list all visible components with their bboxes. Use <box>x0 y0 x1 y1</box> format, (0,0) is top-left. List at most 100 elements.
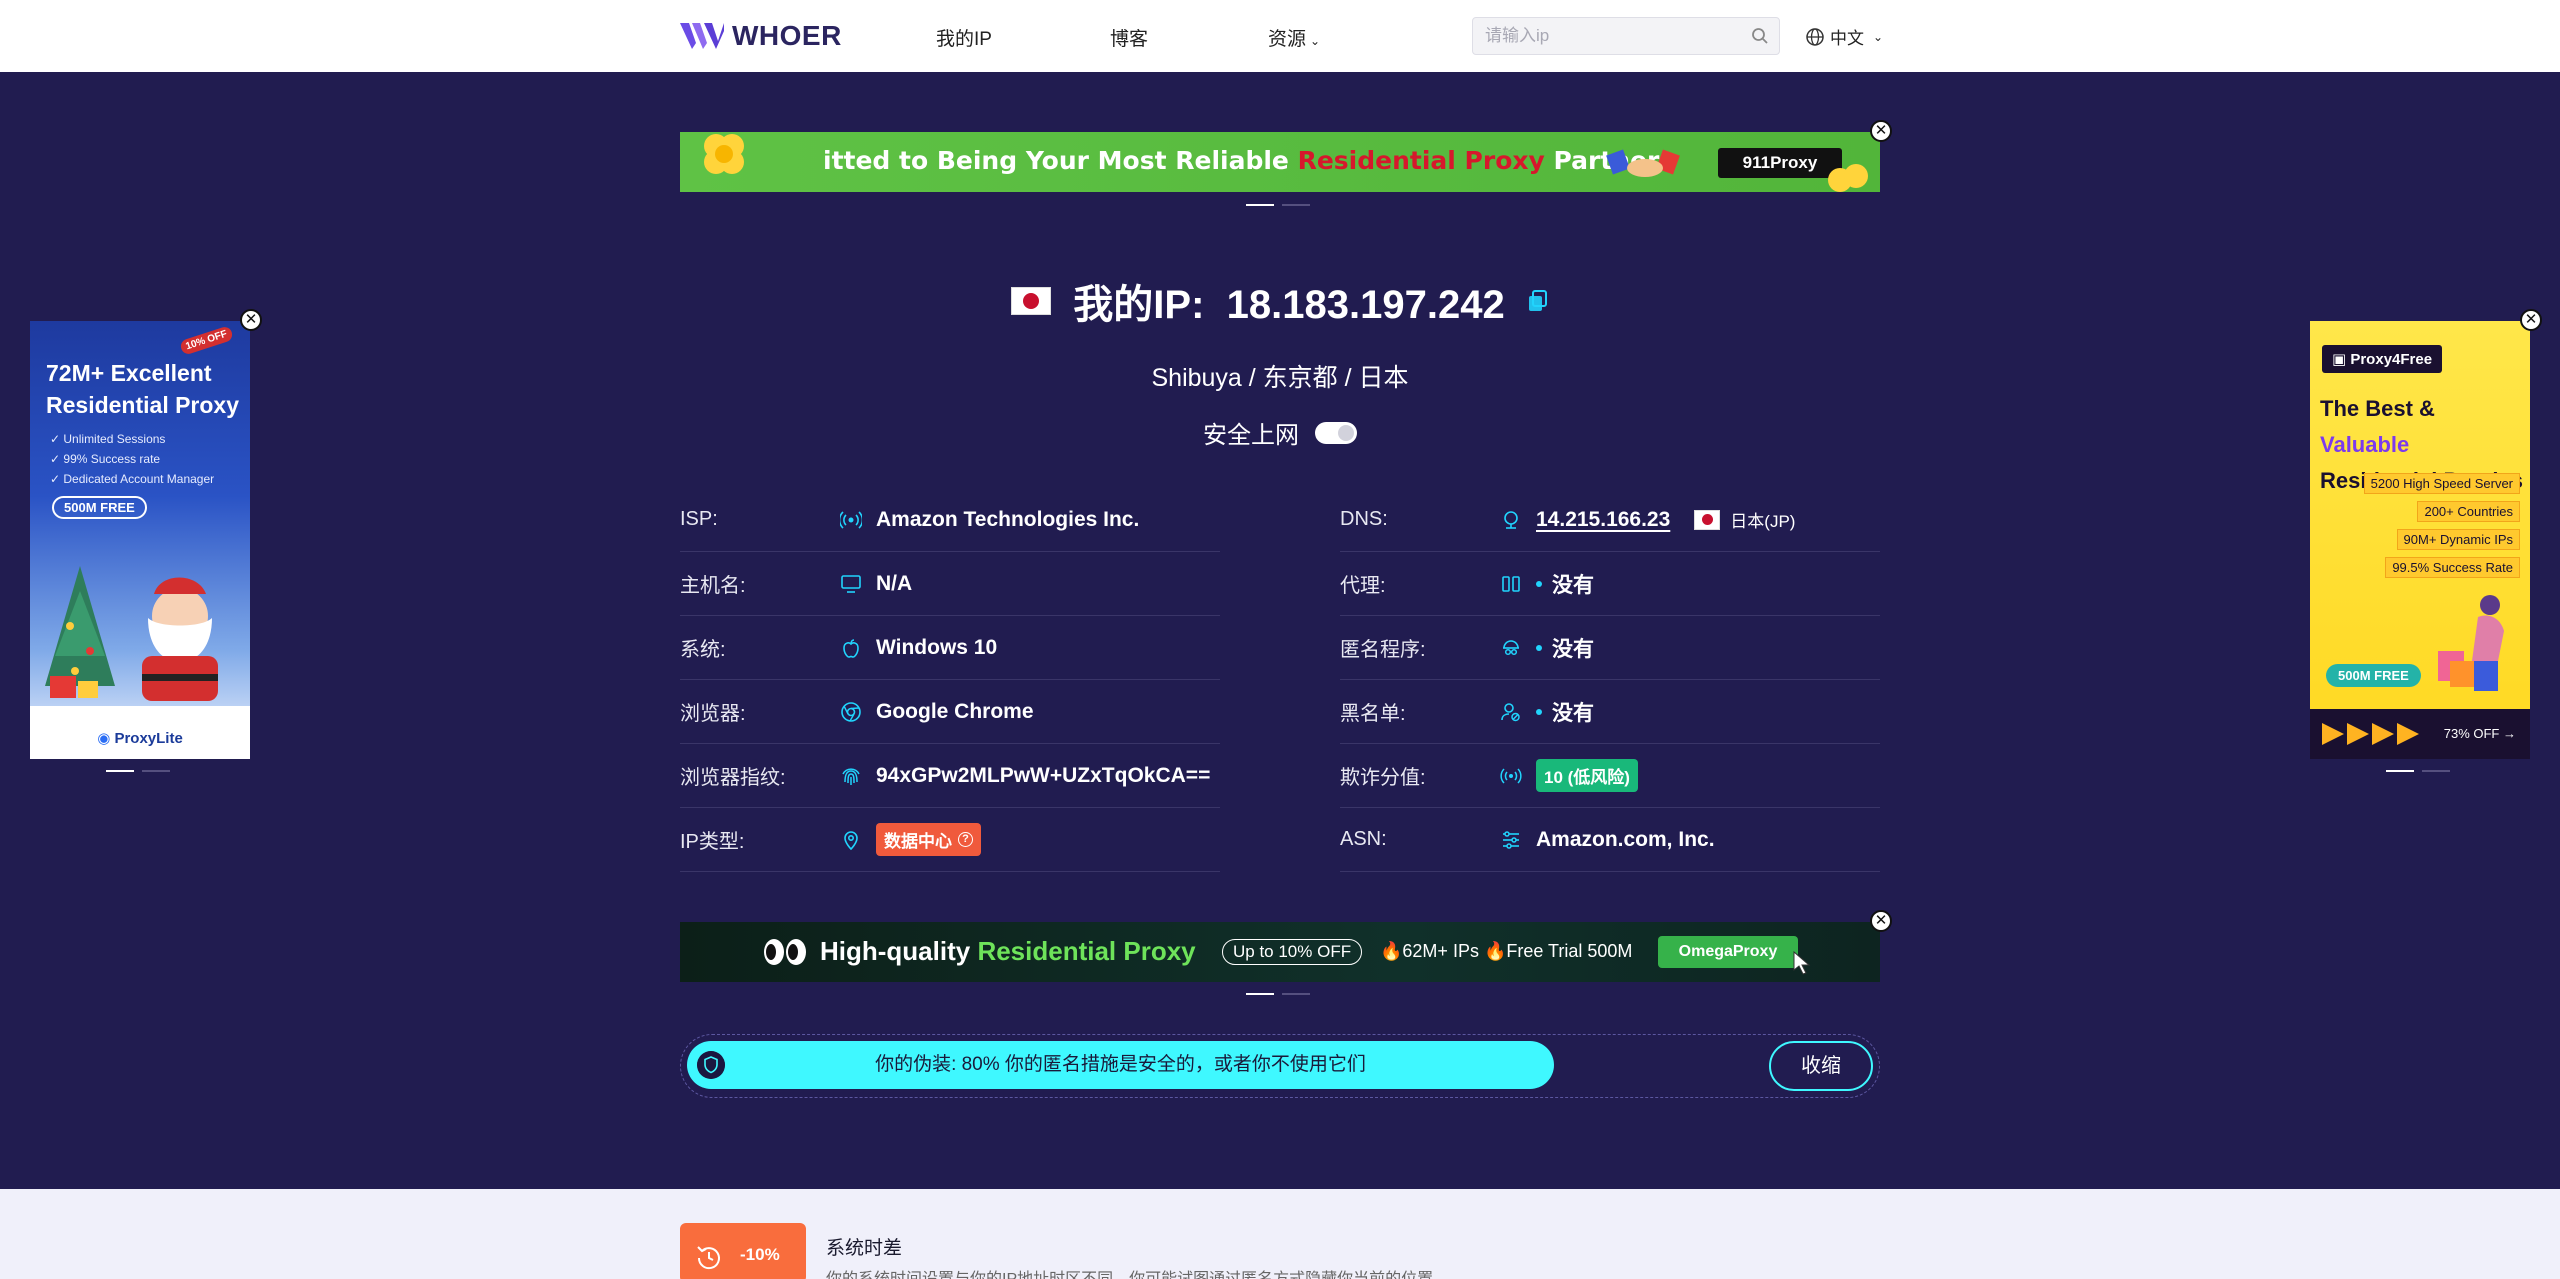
pager-dot[interactable] <box>1282 204 1310 206</box>
fraud-score-badge: 10 (低风险) <box>1536 759 1638 792</box>
christmas-tree-illustration <box>30 566 250 721</box>
right-ad-brand-text: Proxy4Free <box>2350 351 2433 368</box>
help-icon[interactable]: ? <box>958 832 973 847</box>
apple-icon <box>843 638 859 658</box>
info-row-fingerprint: 浏览器指纹: 94xGPw2MLPwW+UZxTqOkCA== <box>680 744 1220 808</box>
info-label: 浏览器指纹: <box>680 767 786 789</box>
handshake-icon <box>1606 149 1680 177</box>
pager-dot[interactable] <box>2422 770 2450 772</box>
info-value: Amazon Technologies Inc. <box>876 507 1140 531</box>
logo-icon <box>680 23 724 49</box>
info-value: 数据中心? <box>876 823 981 856</box>
info-row-asn: ASN: Amazon.com, Inc. <box>1340 808 1880 872</box>
language-selector[interactable]: 中文 ⌄ <box>1805 24 1883 49</box>
info-row-fraud-score: 欺诈分值: 10 (低风险) <box>1340 744 1880 808</box>
nav-blog[interactable]: 博客 <box>1110 24 1148 51</box>
pager-dot[interactable] <box>1282 993 1310 995</box>
nav-resources[interactable]: 资源 ⌄ <box>1268 24 1320 51</box>
feature-item: ✓ Unlimited Sessions <box>50 432 166 446</box>
system-time-score-card: -10% <box>680 1223 806 1279</box>
middle-banner-pager <box>1246 993 1310 995</box>
pager-dot[interactable] <box>2386 770 2414 772</box>
copy-icon[interactable] <box>1527 289 1549 313</box>
top-ad-banner[interactable]: itted to Being Your Most Reliable Reside… <box>680 120 1892 192</box>
flower-decoration <box>704 134 744 174</box>
close-icon[interactable]: ✕ <box>1870 120 1892 142</box>
safe-browsing-row: 安全上网 <box>0 415 2560 450</box>
brand-name: WHOER <box>732 20 842 51</box>
feature-text: 99% Success rate <box>63 452 161 466</box>
ip-title: 我的IP: 18.183.197.242 <box>1073 272 1504 330</box>
info-value: 没有 <box>1536 697 1594 727</box>
logo[interactable]: WHOER <box>680 18 842 54</box>
info-row-anonymizer: 匿名程序: 没有 <box>1340 616 1880 680</box>
search-box <box>1472 17 1780 55</box>
disguise-score-bar: 你的伪装: 80% 你的匿名措施是安全的，或者你不使用它们 <box>687 1041 1554 1089</box>
middle-banner-extra: 🔥62M+ IPs 🔥Free Trial 500M <box>1380 941 1633 961</box>
eyes-logo-icon <box>764 939 806 965</box>
pager-dot[interactable] <box>142 770 170 772</box>
top-banner-highlight: Residential Proxy <box>1297 146 1545 175</box>
japan-flag-icon <box>1011 287 1052 315</box>
signal-icon <box>1500 767 1522 784</box>
info-row-hostname: 主机名: N/A <box>680 552 1220 616</box>
middle-banner-offer: Up to 10% OFF <box>1222 939 1363 965</box>
system-time-penalty: -10% <box>740 1245 780 1264</box>
right-ad-feature: 99.5% Success Rate <box>2385 557 2520 578</box>
close-icon[interactable]: ✕ <box>1870 910 1892 932</box>
middle-banner-text-start: High-quality <box>820 936 978 966</box>
monitor-icon <box>841 574 861 593</box>
close-icon[interactable]: ✕ <box>2520 309 2542 331</box>
shopping-girl-illustration <box>2438 595 2504 691</box>
disguise-panel: 你的伪装: 80% 你的匿名措施是安全的，或者你不使用它们 收缩 <box>680 1034 1880 1098</box>
chevron-down-icon: ⌄ <box>1873 29 1884 44</box>
anonymizer-icon <box>1503 639 1519 655</box>
right-ad-feature: 90M+ Dynamic IPs <box>2396 529 2520 550</box>
close-icon[interactable]: ✕ <box>240 309 262 331</box>
left-ad-free-badge: 500M FREE <box>52 496 147 519</box>
right-ad-title-start: The Best & <box>2320 396 2435 421</box>
clock-icon <box>697 1246 720 1270</box>
info-value: N/A <box>876 571 913 595</box>
right-ad-free-badge: 500M FREE <box>2326 664 2421 687</box>
info-value: 没有 <box>1536 633 1594 663</box>
pager-dot[interactable] <box>1246 993 1274 995</box>
info-label: ASN: <box>1340 828 1387 850</box>
collapse-button[interactable]: 收缩 <box>1769 1041 1873 1091</box>
proxy-status: 没有 <box>1552 573 1594 597</box>
middle-ad-banner[interactable]: High-quality Residential Proxy Up to 10%… <box>680 910 1892 982</box>
brand-omegaproxy: OmegaProxy <box>1658 936 1798 968</box>
dns-icon <box>1504 510 1518 529</box>
status-dot <box>1536 708 1542 715</box>
nav-resources-label: 资源 <box>1268 29 1307 50</box>
right-ad-feature: 5200 High Speed Server <box>2363 473 2520 494</box>
ip-heading: 我的IP: 18.183.197.242 <box>0 272 2560 330</box>
pager-dot[interactable] <box>1246 204 1274 206</box>
nav-my-ip[interactable]: 我的IP <box>936 24 992 51</box>
info-label: IP类型: <box>680 831 745 853</box>
info-label: 系统: <box>680 639 726 661</box>
right-side-ad[interactable]: ▣ Proxy4Free The Best & Valuable Residen… <box>2310 309 2542 759</box>
info-row-isp: ISP: Amazon Technologies Inc. <box>680 488 1220 552</box>
system-checks-section: -10% 系统时差 你的系统时间设置与你的IP地址时区不同，你可能试图通过匿名方… <box>0 1189 2560 1279</box>
middle-banner-highlight: Residential Proxy <box>977 936 1196 966</box>
flower-decoration <box>1828 164 1868 192</box>
anonymizer-status: 没有 <box>1552 637 1594 661</box>
chrome-icon <box>841 701 861 722</box>
info-label: 匿名程序: <box>1340 639 1426 661</box>
left-ad-brand: ProxyLite <box>114 730 183 747</box>
pointer-cursor-icon <box>1793 950 1811 975</box>
left-side-ad[interactable]: 10% OFF 72M+ Excellent Residential Proxy… <box>30 309 262 759</box>
dns-ip[interactable]: 14.215.166.23 <box>1536 508 1670 532</box>
safe-browsing-toggle[interactable] <box>1315 421 1357 444</box>
info-row-dns: DNS: 14.215.166.23 日本(JP) <box>1340 488 1880 552</box>
top-banner-text-start: itted to Being Your Most Reliable <box>823 146 1298 175</box>
location-pin-icon <box>844 830 858 850</box>
search-input[interactable] <box>1473 18 1733 54</box>
middle-banner-text: High-quality Residential Proxy <box>820 936 1196 967</box>
feature-text: Unlimited Sessions <box>63 432 166 446</box>
top-banner-pager <box>1246 204 1310 206</box>
disguise-text: 你的伪装: 80% 你的匿名措施是安全的，或者你不使用它们 <box>875 1054 1366 1075</box>
search-icon[interactable] <box>1751 27 1769 45</box>
pager-dot[interactable] <box>106 770 134 772</box>
